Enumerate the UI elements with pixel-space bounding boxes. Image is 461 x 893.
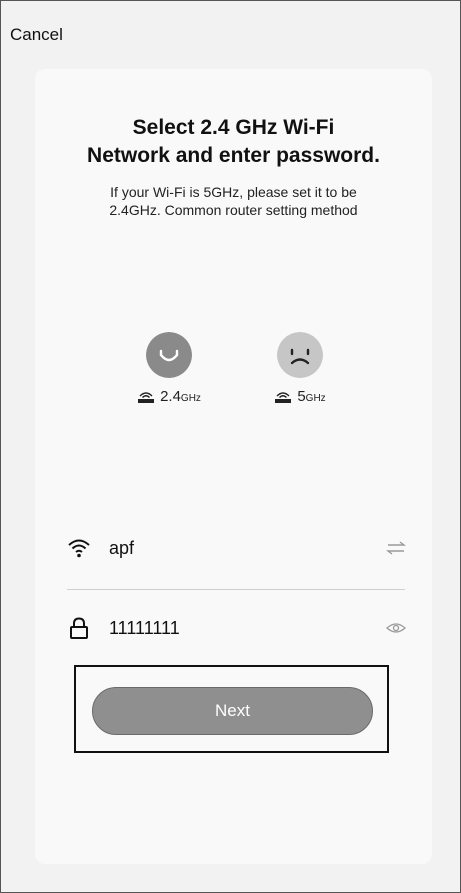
frequency-value: 5 [297, 388, 306, 405]
next-button[interactable]: Next [92, 687, 373, 735]
instruction-line-1: If your Wi-Fi is 5GHz, please set it to … [110, 184, 357, 200]
password-value[interactable]: 11111111 [109, 618, 385, 639]
password-field[interactable]: 11111111 [67, 608, 407, 648]
eye-icon[interactable] [385, 620, 407, 636]
frequency-label-5ghz: 5GHz [245, 388, 355, 405]
wifi-icon [68, 539, 90, 558]
frequency-value: 2.4 [160, 388, 181, 405]
smile-face-icon [146, 332, 192, 378]
frequency-option-5ghz: 5GHz [245, 332, 355, 405]
wifi-ssid-value[interactable]: apf [109, 538, 385, 559]
page-title: Select 2.4 GHz Wi-Fi Network and enter p… [35, 114, 432, 170]
frequency-option-2-4ghz: 2.4GHz [114, 332, 224, 405]
frown-face-icon [277, 332, 323, 378]
swap-arrows-icon[interactable] [385, 540, 407, 556]
cancel-button[interactable]: Cancel [10, 25, 63, 45]
instruction-text: If your Wi-Fi is 5GHz, please set it to … [35, 183, 432, 219]
frequency-unit: GHz [180, 393, 201, 404]
title-line-1: Select 2.4 GHz Wi-Fi [132, 116, 335, 139]
wifi-ssid-field[interactable]: apf [67, 528, 407, 568]
field-divider [67, 589, 405, 590]
frequency-unit: GHz [305, 393, 326, 404]
screen: Cancel Select 2.4 GHz Wi-Fi Network and … [0, 0, 461, 893]
router-icon [275, 391, 292, 403]
instruction-line-2: 2.4GHz. Common router setting method [109, 202, 358, 218]
lock-icon [70, 617, 88, 639]
title-line-2: Network and enter password. [87, 144, 380, 167]
router-icon [138, 391, 155, 403]
frequency-label-2-4ghz: 2.4GHz [114, 388, 224, 405]
